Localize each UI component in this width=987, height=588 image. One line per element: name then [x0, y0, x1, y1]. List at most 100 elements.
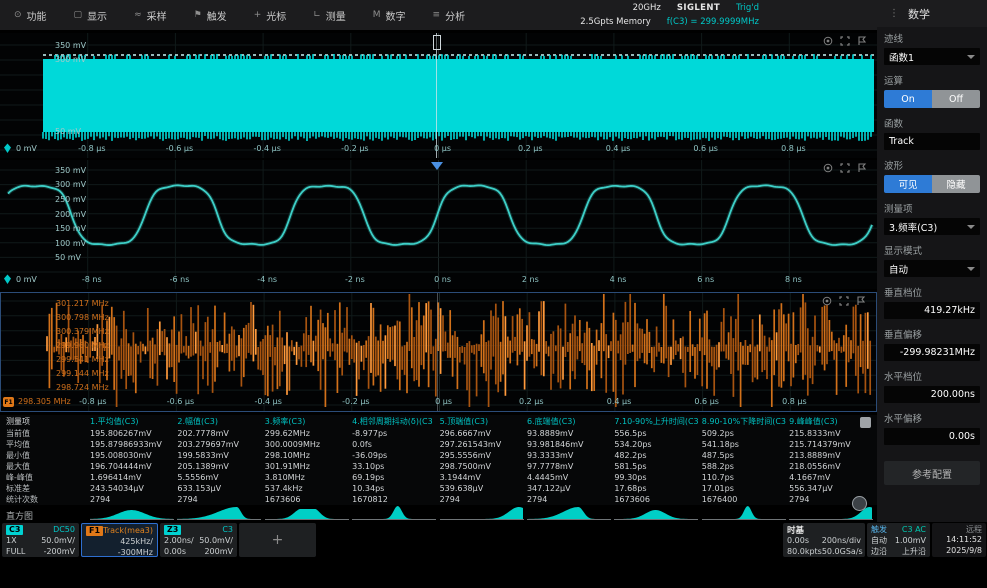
channel-coupling-label: DC50: [53, 525, 75, 534]
measurement-value: -36.09ps: [352, 451, 388, 460]
x-axis-row: 0 mV -8 ns -6 ns -4 ns -2 ns 0 ns 2 ns 4 ns 6 ns…: [0, 273, 877, 288]
add-channel-button[interactable]: +: [239, 523, 316, 557]
trace-select[interactable]: 函数1: [884, 48, 980, 65]
display-mode-select[interactable]: 自动: [884, 260, 980, 277]
channel-offset: -200mV: [43, 547, 75, 556]
waveform-hidden-button[interactable]: 隐藏: [932, 175, 980, 193]
zoom-waveform-panel[interactable]: 350 mV 300 mV 250 mV 200 mV 150 mV 100 mV 50 m…: [0, 160, 877, 289]
x-axis-label: 0.4 µs: [606, 397, 632, 406]
mini-histogram-cell: [177, 505, 264, 525]
y-axis-label: 150 mV: [55, 224, 87, 233]
frequency-track-panel[interactable]: 301.217 MHz 300.798 MHz 300.379 MHz 299.960…: [0, 292, 877, 412]
waveform-visibility-control: 波形 可见 隐藏: [884, 158, 980, 193]
timebase-scale: 200ns/div: [821, 536, 861, 545]
trigger-position-handle[interactable]: [433, 35, 441, 50]
measurement-value: 17.01ps: [701, 484, 734, 493]
clock-box[interactable]: 远程 14:11:52 2025/9/8: [932, 523, 986, 557]
status-row-1: 20GHz SIGLENT Trig'd: [580, 1, 759, 15]
operation-toggle[interactable]: On Off: [884, 90, 980, 108]
channel-row: 1X 50.0mV/: [6, 535, 75, 546]
expand-icon[interactable]: [840, 163, 850, 173]
sidebar-header[interactable]: ⋮ 数学: [877, 0, 987, 27]
measurement-value: 539.638µV: [439, 484, 484, 493]
measurement-value: 10.34ps: [352, 484, 385, 493]
channel-descriptor-z3[interactable]: Z3 C3 2.00ns/50.0mV/0.00s 200mV: [160, 523, 237, 557]
histogram-scroll-button[interactable]: [852, 496, 867, 511]
waveform-canvas-track: [1, 293, 876, 411]
table-expand-button[interactable]: [860, 417, 871, 428]
x-axis-label: -0.8 µs: [78, 144, 106, 153]
x-axis-label: -0.6 µs: [165, 144, 194, 153]
math-overview-panel[interactable]: 350 mV 300 mV 50 mV 0 mV -0.8 µs -0.6 µs -0.4 …: [0, 33, 877, 158]
measurement-value: 196.704444mV: [90, 462, 152, 471]
vertical-scale-field[interactable]: 419.27kHz: [884, 302, 980, 319]
horizontal-offset-label: 水平偏移: [884, 414, 923, 425]
operation-label: 运算: [884, 76, 904, 87]
measurement-value: 3.810MHz: [264, 473, 305, 482]
flag-icon[interactable]: [857, 163, 867, 173]
panel-corner-icons: [823, 163, 867, 173]
channel-header: C3 DC50: [6, 524, 75, 535]
display-mode-label: 显示模式: [884, 246, 923, 257]
menu-item-acquire[interactable]: ≈ 采样: [134, 8, 167, 23]
oscilloscope-app: ⊙ 功能 ▢ 显示 ≈ 采样 ⚑ 触发 + 光标 ∟ 测量 M 数字 ≡ 分析 20GHz SIGLENT T…: [0, 0, 987, 588]
channel-badge: Z3: [164, 524, 182, 535]
measurement-value: 213.8889mV: [789, 451, 841, 460]
channel-descriptor-c3[interactable]: C3 DC50 1X 50.0mV/FULL -200mV: [2, 523, 79, 557]
y-axis-label: 50 mV: [55, 253, 81, 262]
vertical-offset-field[interactable]: -299.98231MHz: [884, 344, 980, 361]
measurement-value: 4.4445mV: [526, 473, 569, 482]
menu-item-utility[interactable]: ⊙ 功能: [14, 8, 47, 23]
menu-item-trigger[interactable]: ⚑ 触发: [194, 8, 227, 23]
function-field[interactable]: Track: [884, 133, 980, 150]
trigger-box[interactable]: 触发 C3 AC 自动 1.00mV 边沿 上升沿: [867, 523, 930, 557]
x-axis-label: 0.6 µs: [694, 397, 719, 406]
x-axis-label: -0.2 µs: [342, 397, 370, 406]
y-axis-label: 299.960 MHz: [56, 341, 109, 350]
expand-icon[interactable]: [840, 36, 850, 46]
panel-corner-icons: [822, 296, 866, 306]
measurement-item-label: 测量项: [884, 204, 913, 215]
measurement-column-header: 5.顶端值(C3): [439, 417, 489, 426]
menu-item-measure[interactable]: ∟ 测量: [313, 8, 346, 23]
reference-config-button[interactable]: 参考配置: [884, 461, 980, 485]
clock-date: 2025/9/8: [946, 546, 982, 555]
waveform-visible-button[interactable]: 可见: [884, 175, 932, 193]
table-row-label: 平均值: [6, 440, 30, 449]
horizontal-scale-field[interactable]: 200.00ns: [884, 386, 980, 403]
trigger-position-line: [436, 33, 437, 158]
display-settings-icon[interactable]: [822, 296, 832, 306]
clock-time: 14:11:52: [946, 535, 982, 544]
horizontal-scale-control: 水平档位 200.00ns: [884, 369, 980, 403]
mini-histogram: [614, 510, 699, 520]
bandwidth-label: 20GHz: [632, 3, 661, 13]
display-settings-icon[interactable]: [823, 163, 833, 173]
expand-icon[interactable]: [839, 296, 849, 306]
channel-descriptor-f1[interactable]: F1 Track(mea3) 425kHz/-300MHz: [81, 523, 158, 557]
timebase-points: 80.0kpts: [787, 547, 822, 556]
menu-item-analysis[interactable]: ≡ 分析: [433, 8, 466, 23]
flag-icon[interactable]: [856, 296, 866, 306]
menu-item-digital[interactable]: M 数字: [373, 8, 406, 23]
timebase-box[interactable]: 时基 0.00s 200ns/div 80.0kpts 50.0GSa/s: [783, 523, 865, 557]
mini-histogram: [352, 506, 437, 520]
display-settings-icon[interactable]: [823, 36, 833, 46]
flag-icon[interactable]: [857, 36, 867, 46]
cursor-icon: +: [253, 10, 262, 20]
menu-item-cursor[interactable]: + 光标: [254, 8, 287, 23]
table-row-label: 峰-峰值: [6, 473, 33, 482]
waveform-toggle[interactable]: 可见 隐藏: [884, 175, 980, 193]
menu-item-display[interactable]: ▢ 显示: [74, 8, 108, 23]
measurement-item-select[interactable]: 3.频率(C3): [884, 218, 980, 235]
measurement-value: 33.10ps: [352, 462, 385, 471]
measurement-item-control: 测量项 3.频率(C3): [884, 201, 980, 235]
operation-on-button[interactable]: On: [884, 90, 932, 108]
trigger-marker-icon[interactable]: [431, 162, 443, 170]
operation-off-button[interactable]: Off: [932, 90, 980, 108]
utility-icon: ⊙: [14, 10, 22, 20]
timebase-samplerate: 50.0GSa/s: [821, 547, 863, 556]
measurement-value: 537.4kHz: [264, 484, 303, 493]
horizontal-offset-field[interactable]: 0.00s: [884, 428, 980, 445]
measurement-column-header: 2.幅值(C3): [177, 417, 218, 426]
trigger-frequency-label: f(C3) = 299.9999MHz: [666, 17, 759, 27]
